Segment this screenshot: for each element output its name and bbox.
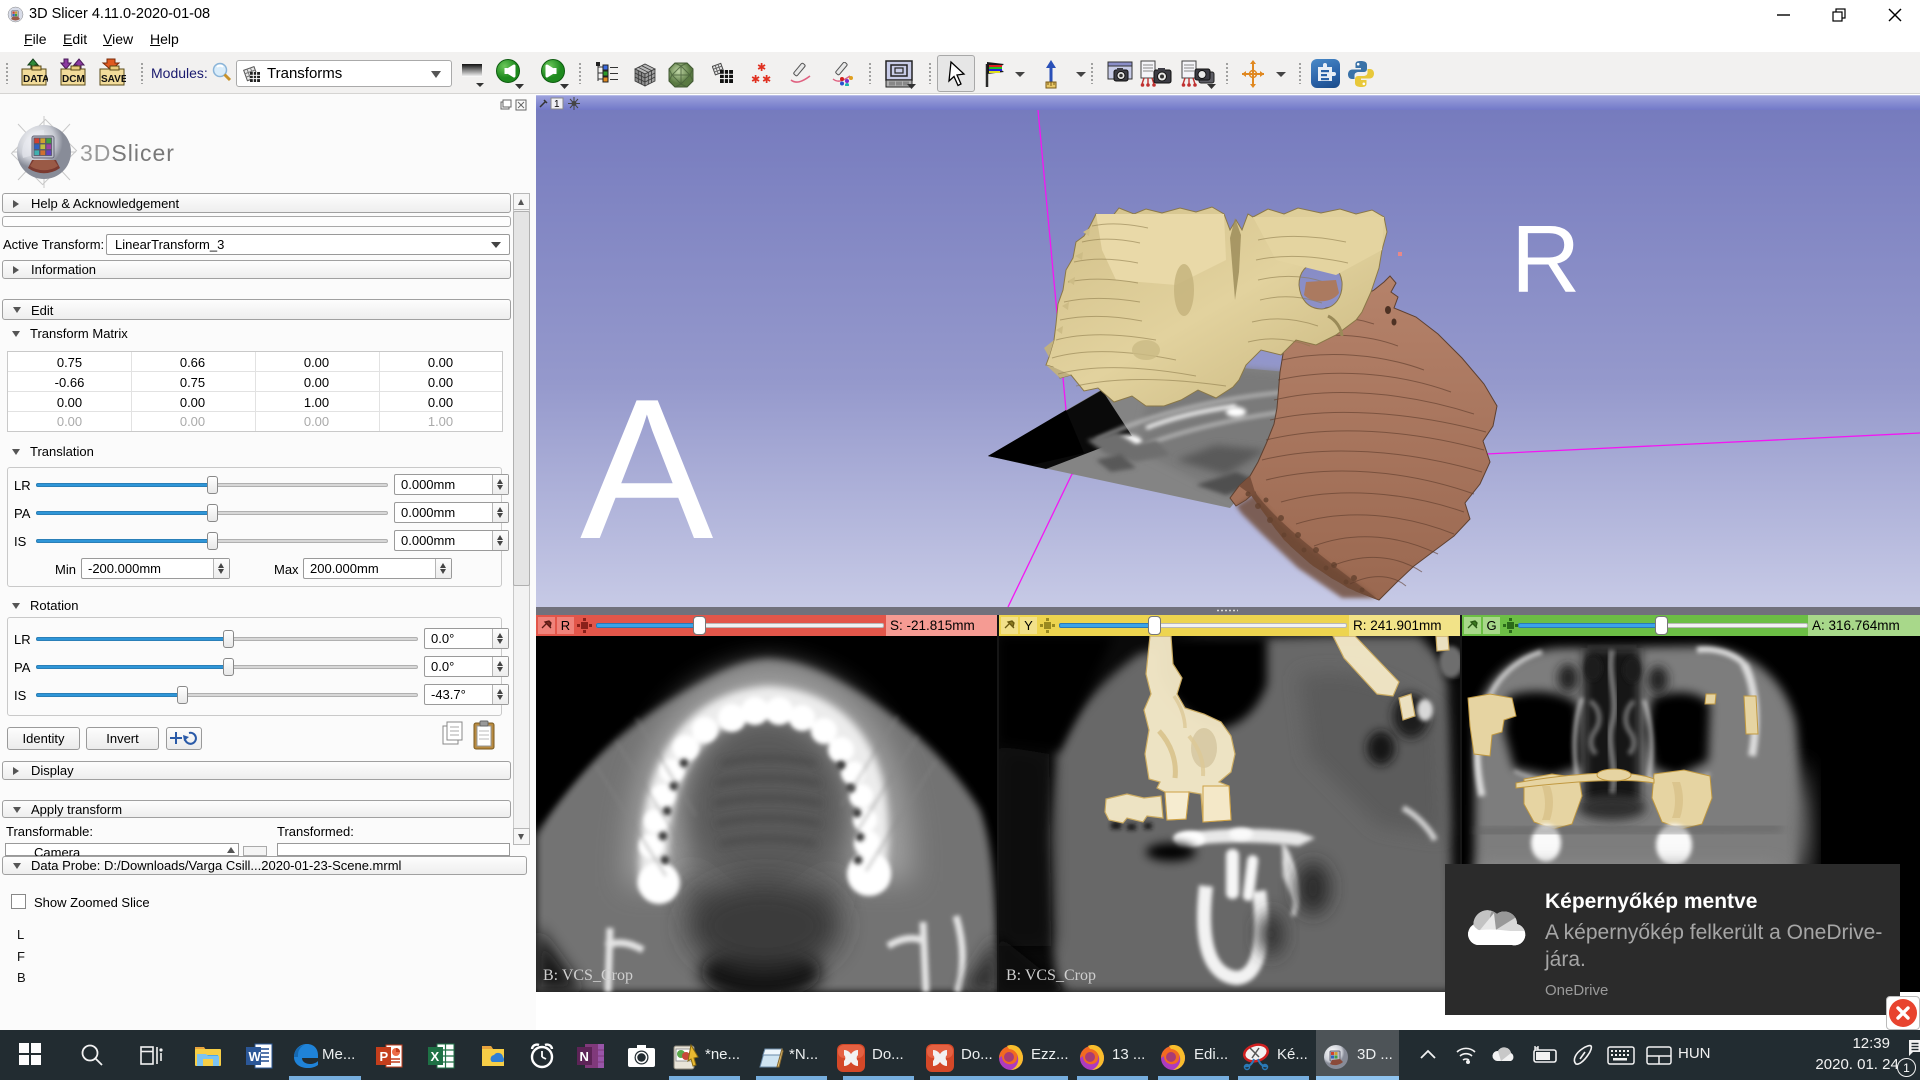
svg-text:3DSlicer: 3DSlicer <box>80 140 175 166</box>
svg-text:DCM: DCM <box>62 74 85 85</box>
svg-text:N: N <box>580 1049 589 1064</box>
svg-text:✱: ✱ <box>762 74 771 86</box>
svg-text:W: W <box>249 1049 262 1064</box>
svg-text:B: VCS_Crop: B: VCS_Crop <box>1006 967 1096 984</box>
svg-text:DATA: DATA <box>23 74 48 85</box>
svg-text:B: VCS_Crop: B: VCS_Crop <box>543 967 633 984</box>
svg-text:A: A <box>580 358 714 581</box>
svg-text:R: R <box>1511 206 1580 313</box>
svg-text:✱: ✱ <box>751 74 760 86</box>
svg-text:1: 1 <box>554 99 560 110</box>
svg-text:SAVE: SAVE <box>101 74 126 85</box>
svg-text:X: X <box>431 1049 440 1064</box>
svg-text:✱: ✱ <box>757 62 766 74</box>
svg-text:P: P <box>380 1049 389 1064</box>
